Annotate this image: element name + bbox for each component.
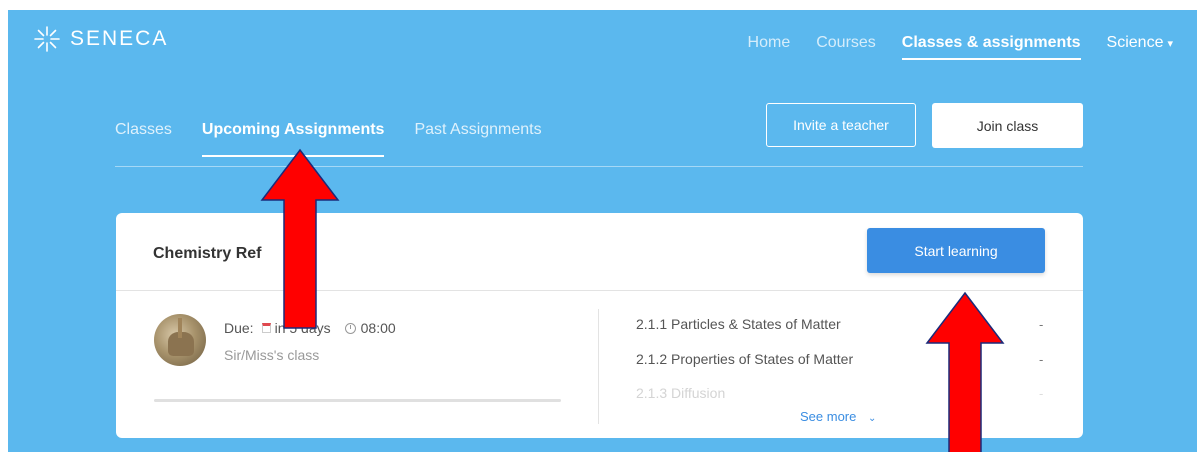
see-more-link[interactable]: See more ⌄ — [800, 409, 876, 424]
annotation-arrow-up-icon — [260, 148, 340, 329]
due-label: Due: — [224, 320, 254, 336]
see-more-label: See more — [800, 409, 857, 424]
tab-classes[interactable]: Classes — [115, 121, 172, 139]
caret-down-icon: ▾ — [1167, 38, 1173, 50]
topic-item[interactable]: 2.1.1 Particles & States of Matter — [636, 316, 841, 332]
clock-icon — [344, 322, 356, 334]
avatar — [154, 314, 206, 366]
annotation-arrow-up-icon — [925, 291, 1005, 452]
nav-classes-assignments[interactable]: Classes & assignments — [901, 34, 1081, 60]
topic-score: - — [1039, 386, 1044, 401]
subject-menu-label: Science — [1106, 34, 1164, 51]
due-time: 08:00 — [360, 320, 396, 336]
progress-bar — [154, 399, 561, 402]
vertical-divider — [598, 309, 599, 424]
chevron-down-icon: ⌄ — [868, 413, 877, 424]
subject-menu[interactable]: Science ▾ — [1107, 34, 1173, 52]
seneca-logo[interactable]: SENECA — [32, 24, 168, 54]
nav-home[interactable]: Home — [748, 34, 791, 52]
logo-text: SENECA — [70, 27, 169, 50]
class-name: Sir/Miss's class — [224, 347, 320, 363]
topic-score: - — [1039, 352, 1044, 367]
topic-item[interactable]: 2.1.2 Properties of States of Matter — [636, 351, 853, 367]
seneca-burst-icon — [34, 26, 60, 52]
start-learning-button[interactable]: Start learning — [867, 228, 1045, 273]
invite-teacher-button[interactable]: Invite a teacher — [766, 103, 916, 147]
topic-score: - — [1039, 317, 1044, 332]
topic-item[interactable]: 2.1.3 Diffusion — [636, 385, 725, 401]
top-navigation: Home Courses Classes & assignments Scien… — [722, 34, 1173, 60]
nav-courses[interactable]: Courses — [816, 34, 876, 52]
tab-past-assignments[interactable]: Past Assignments — [414, 121, 541, 139]
app-window: SENECA Home Courses Classes & assignment… — [8, 10, 1197, 452]
assignment-tabs: Classes Upcoming Assignments Past Assign… — [115, 121, 572, 157]
tab-upcoming-assignments[interactable]: Upcoming Assignments — [201, 121, 384, 157]
join-class-button[interactable]: Join class — [932, 103, 1083, 148]
